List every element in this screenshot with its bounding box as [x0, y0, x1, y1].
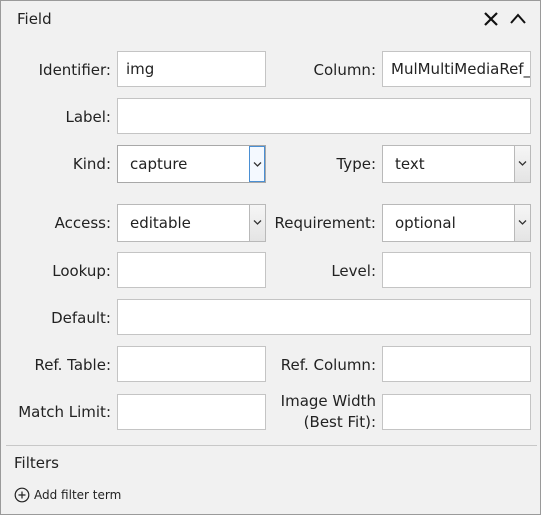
level-input[interactable]	[382, 252, 531, 288]
label-label: Label:	[65, 108, 111, 126]
column-label: Column:	[313, 61, 377, 79]
ref-column-input[interactable]	[382, 346, 531, 382]
ref-table-label: Ref. Table:	[34, 356, 111, 374]
lookup-input[interactable]	[117, 252, 266, 288]
kind-dropdown-button[interactable]	[249, 146, 265, 182]
access-select[interactable]: editable	[117, 204, 266, 242]
identifier-input[interactable]: img	[117, 51, 266, 87]
type-value: text	[395, 155, 425, 173]
kind-label: Kind:	[72, 155, 111, 173]
column-input[interactable]: MulMultiMediaRef_	[382, 51, 531, 87]
image-width-input[interactable]	[382, 394, 531, 430]
requirement-select[interactable]: optional	[382, 204, 531, 242]
requirement-dropdown-button[interactable]	[514, 205, 530, 241]
kind-value: capture	[130, 155, 188, 173]
access-value: editable	[130, 214, 191, 232]
panel-title: Field	[17, 10, 52, 28]
ref-table-input[interactable]	[117, 346, 266, 382]
access-label: Access:	[54, 214, 111, 232]
chevron-down-icon	[518, 220, 527, 225]
type-dropdown-button[interactable]	[514, 146, 530, 182]
match-limit-input[interactable]	[117, 394, 266, 430]
lookup-label: Lookup:	[52, 262, 111, 280]
close-icon[interactable]	[481, 9, 501, 29]
requirement-value: optional	[395, 214, 456, 232]
collapse-chevron-up-icon[interactable]	[508, 9, 528, 29]
default-input[interactable]	[117, 299, 531, 335]
filters-heading: Filters	[14, 454, 59, 472]
plus-circle-icon	[14, 487, 30, 503]
access-dropdown-button[interactable]	[249, 205, 265, 241]
kind-select[interactable]: capture	[117, 145, 266, 183]
identifier-label: Identifier:	[38, 61, 111, 79]
image-width-label-line1: Image Width	[280, 392, 376, 410]
chevron-down-icon	[518, 161, 527, 166]
ref-column-label: Ref. Column:	[280, 356, 376, 374]
requirement-label: Requirement:	[274, 214, 376, 232]
image-width-label-line2: (Best Fit):	[303, 413, 376, 431]
type-select[interactable]: text	[382, 145, 531, 183]
panel-header: Field	[1, 1, 540, 37]
chevron-down-icon	[253, 162, 262, 167]
add-filter-term-label: Add filter term	[34, 488, 122, 502]
field-panel: Field Identifier: img Column: MulMultiMe…	[0, 0, 541, 515]
label-input[interactable]	[117, 98, 531, 134]
chevron-down-icon	[253, 220, 262, 225]
type-label: Type:	[336, 155, 376, 173]
match-limit-label: Match Limit:	[18, 403, 111, 421]
image-width-label: Image Width (Best Fit):	[281, 391, 376, 433]
section-divider	[6, 445, 537, 446]
default-label: Default:	[51, 309, 111, 327]
level-label: Level:	[331, 262, 376, 280]
